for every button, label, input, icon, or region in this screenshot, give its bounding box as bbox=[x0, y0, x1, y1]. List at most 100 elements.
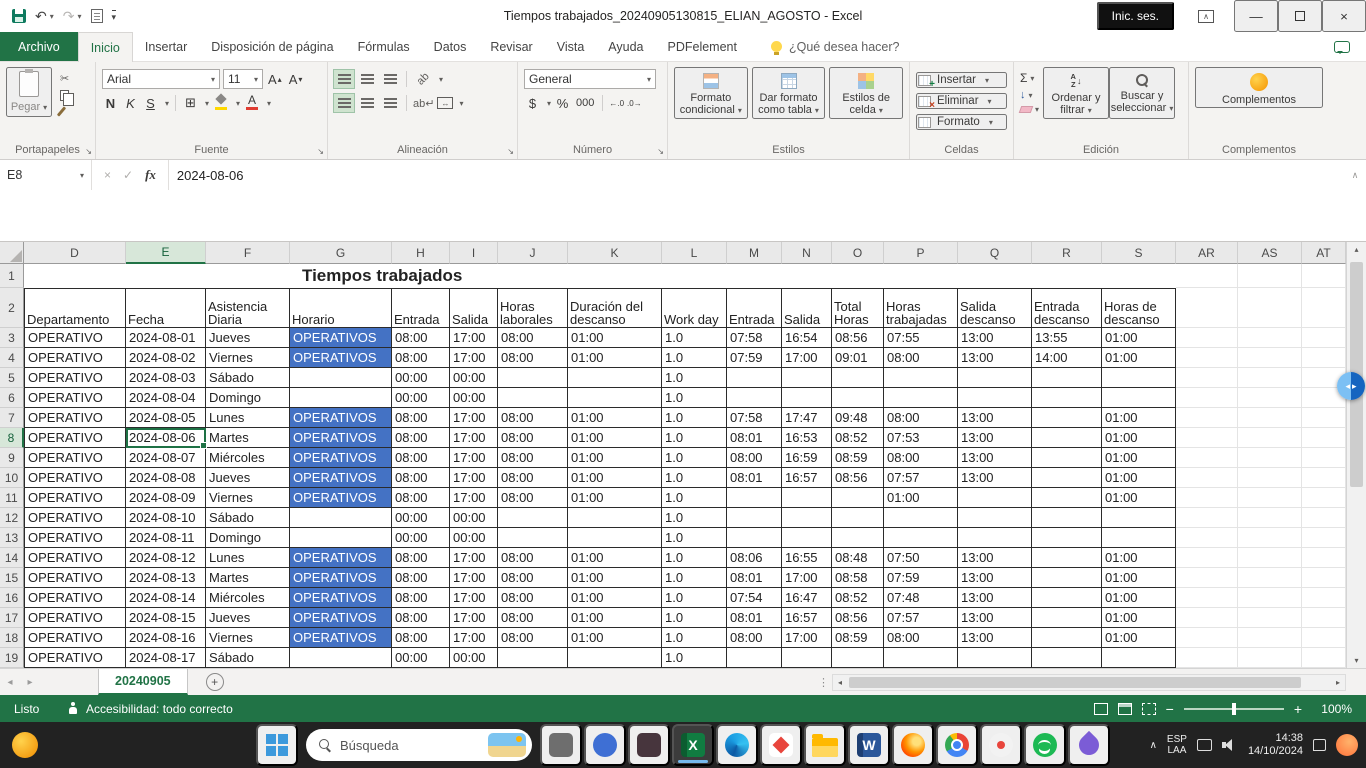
select-all-corner[interactable] bbox=[0, 242, 24, 264]
cell-Q17[interactable]: 13:00 bbox=[958, 608, 1032, 628]
column-header-R[interactable]: R bbox=[1032, 242, 1102, 264]
cell-P19[interactable] bbox=[884, 648, 958, 668]
row-header-12[interactable]: 12 bbox=[0, 508, 24, 528]
cell-P9[interactable]: 08:00 bbox=[884, 448, 958, 468]
orientation-icon[interactable]: ab bbox=[413, 70, 433, 88]
insert-cells-button[interactable]: Insertar▾ bbox=[916, 72, 1007, 90]
cell-D10[interactable]: OPERATIVO bbox=[24, 468, 126, 488]
column-header-K[interactable]: K bbox=[568, 242, 662, 264]
cell-J16[interactable]: 08:00 bbox=[498, 588, 568, 608]
cell-P8[interactable]: 07:53 bbox=[884, 428, 958, 448]
row-header-5[interactable]: 5 bbox=[0, 368, 24, 388]
cell-K10[interactable]: 01:00 bbox=[568, 468, 662, 488]
cell-M18[interactable]: 08:00 bbox=[727, 628, 782, 648]
cell-E16[interactable]: 2024-08-14 bbox=[126, 588, 206, 608]
addins-button[interactable]: Complementos bbox=[1195, 67, 1323, 108]
cell-F15[interactable]: Martes bbox=[206, 568, 290, 588]
cell-E3[interactable]: 2024-08-01 bbox=[126, 328, 206, 348]
cell-R11[interactable] bbox=[1032, 488, 1102, 508]
cell-P7[interactable]: 08:00 bbox=[884, 408, 958, 428]
delete-cells-button[interactable]: Eliminar▾ bbox=[916, 93, 1007, 111]
header-cell[interactable]: Entrada descanso bbox=[1032, 288, 1102, 328]
header-cell[interactable]: Horas laborales bbox=[498, 288, 568, 328]
name-box[interactable]: E8 ▾ bbox=[0, 160, 92, 190]
column-header-I[interactable]: I bbox=[450, 242, 498, 264]
cell-S18[interactable]: 01:00 bbox=[1102, 628, 1176, 648]
cell-O15[interactable]: 08:58 bbox=[832, 568, 884, 588]
cell-I4[interactable]: 17:00 bbox=[450, 348, 498, 368]
cell-L4[interactable]: 1.0 bbox=[662, 348, 727, 368]
cell-J4[interactable]: 08:00 bbox=[498, 348, 568, 368]
cell-N8[interactable]: 16:53 bbox=[782, 428, 832, 448]
accessibility-checker[interactable]: Accesibilidad: todo correcto bbox=[66, 702, 233, 716]
empty-cell[interactable] bbox=[1176, 348, 1238, 368]
cell-K16[interactable]: 01:00 bbox=[568, 588, 662, 608]
cell-S5[interactable] bbox=[1102, 368, 1176, 388]
cell-F14[interactable]: Lunes bbox=[206, 548, 290, 568]
empty-cell[interactable] bbox=[1238, 488, 1302, 508]
cell-M16[interactable]: 07:54 bbox=[727, 588, 782, 608]
cell-M4[interactable]: 07:59 bbox=[727, 348, 782, 368]
save-icon[interactable] bbox=[12, 9, 26, 23]
empty-cell[interactable] bbox=[1238, 628, 1302, 648]
cell-N13[interactable] bbox=[782, 528, 832, 548]
insert-function-icon[interactable]: fx bbox=[145, 167, 156, 183]
row-header-2[interactable]: 2 bbox=[0, 288, 24, 328]
cell-P15[interactable]: 07:59 bbox=[884, 568, 958, 588]
tab-ayuda[interactable]: Ayuda bbox=[596, 32, 655, 61]
cell-S15[interactable]: 01:00 bbox=[1102, 568, 1176, 588]
cell-I3[interactable]: 17:00 bbox=[450, 328, 498, 348]
cell-O8[interactable]: 08:52 bbox=[832, 428, 884, 448]
cell-L18[interactable]: 1.0 bbox=[662, 628, 727, 648]
cell-J11[interactable]: 08:00 bbox=[498, 488, 568, 508]
cell-H16[interactable]: 08:00 bbox=[392, 588, 450, 608]
sort-filter-button[interactable]: A Z ↓ Ordenar y filtrar ▾ bbox=[1043, 67, 1110, 119]
cell-E7[interactable]: 2024-08-05 bbox=[126, 408, 206, 428]
cell-N5[interactable] bbox=[782, 368, 832, 388]
formula-bar-collapse-icon[interactable]: ∧ bbox=[1344, 160, 1366, 190]
underline-button[interactable]: S bbox=[142, 94, 159, 113]
cell-Q10[interactable]: 13:00 bbox=[958, 468, 1032, 488]
empty-cell[interactable] bbox=[1176, 408, 1238, 428]
vertical-scrollbar[interactable]: ▴ ▾ bbox=[1346, 242, 1366, 668]
cell-O11[interactable] bbox=[832, 488, 884, 508]
cell-S9[interactable]: 01:00 bbox=[1102, 448, 1176, 468]
empty-cell[interactable] bbox=[1302, 588, 1346, 608]
cell-K18[interactable]: 01:00 bbox=[568, 628, 662, 648]
cell-G11[interactable]: OPERATIVOS bbox=[290, 488, 392, 508]
column-header-S[interactable]: S bbox=[1102, 242, 1176, 264]
cell-D7[interactable]: OPERATIVO bbox=[24, 408, 126, 428]
cell-L7[interactable]: 1.0 bbox=[662, 408, 727, 428]
cell-G18[interactable]: OPERATIVOS bbox=[290, 628, 392, 648]
notification-icon[interactable] bbox=[1313, 739, 1326, 751]
cell-H10[interactable]: 08:00 bbox=[392, 468, 450, 488]
empty-cell[interactable] bbox=[1176, 488, 1238, 508]
cell-M6[interactable] bbox=[727, 388, 782, 408]
cell-L11[interactable]: 1.0 bbox=[662, 488, 727, 508]
scroll-up-icon[interactable]: ▴ bbox=[1354, 245, 1358, 254]
cell-Q6[interactable] bbox=[958, 388, 1032, 408]
cell-K14[interactable]: 01:00 bbox=[568, 548, 662, 568]
tab-inicio[interactable]: Inicio bbox=[77, 32, 133, 62]
cell-L5[interactable]: 1.0 bbox=[662, 368, 727, 388]
cell-P17[interactable]: 07:57 bbox=[884, 608, 958, 628]
cell-S11[interactable]: 01:00 bbox=[1102, 488, 1176, 508]
cell-F10[interactable]: Jueves bbox=[206, 468, 290, 488]
cell-N3[interactable]: 16:54 bbox=[782, 328, 832, 348]
currency-format-icon[interactable]: $ bbox=[524, 94, 541, 113]
cell-M19[interactable] bbox=[727, 648, 782, 668]
cell-E8[interactable]: 2024-08-06 bbox=[126, 428, 207, 449]
cell-Q12[interactable] bbox=[958, 508, 1032, 528]
cell-I5[interactable]: 00:00 bbox=[450, 368, 498, 388]
cell-H12[interactable]: 00:00 bbox=[392, 508, 450, 528]
column-header-P[interactable]: P bbox=[884, 242, 958, 264]
column-header-O[interactable]: O bbox=[832, 242, 884, 264]
cell-O5[interactable] bbox=[832, 368, 884, 388]
dialog-launcher-icon[interactable]: ↘ bbox=[507, 148, 514, 156]
empty-cell[interactable] bbox=[1238, 368, 1302, 388]
cell-I15[interactable]: 17:00 bbox=[450, 568, 498, 588]
cell-Q11[interactable] bbox=[958, 488, 1032, 508]
cell-O18[interactable]: 08:59 bbox=[832, 628, 884, 648]
cell-S7[interactable]: 01:00 bbox=[1102, 408, 1176, 428]
empty-cell[interactable] bbox=[1176, 388, 1238, 408]
